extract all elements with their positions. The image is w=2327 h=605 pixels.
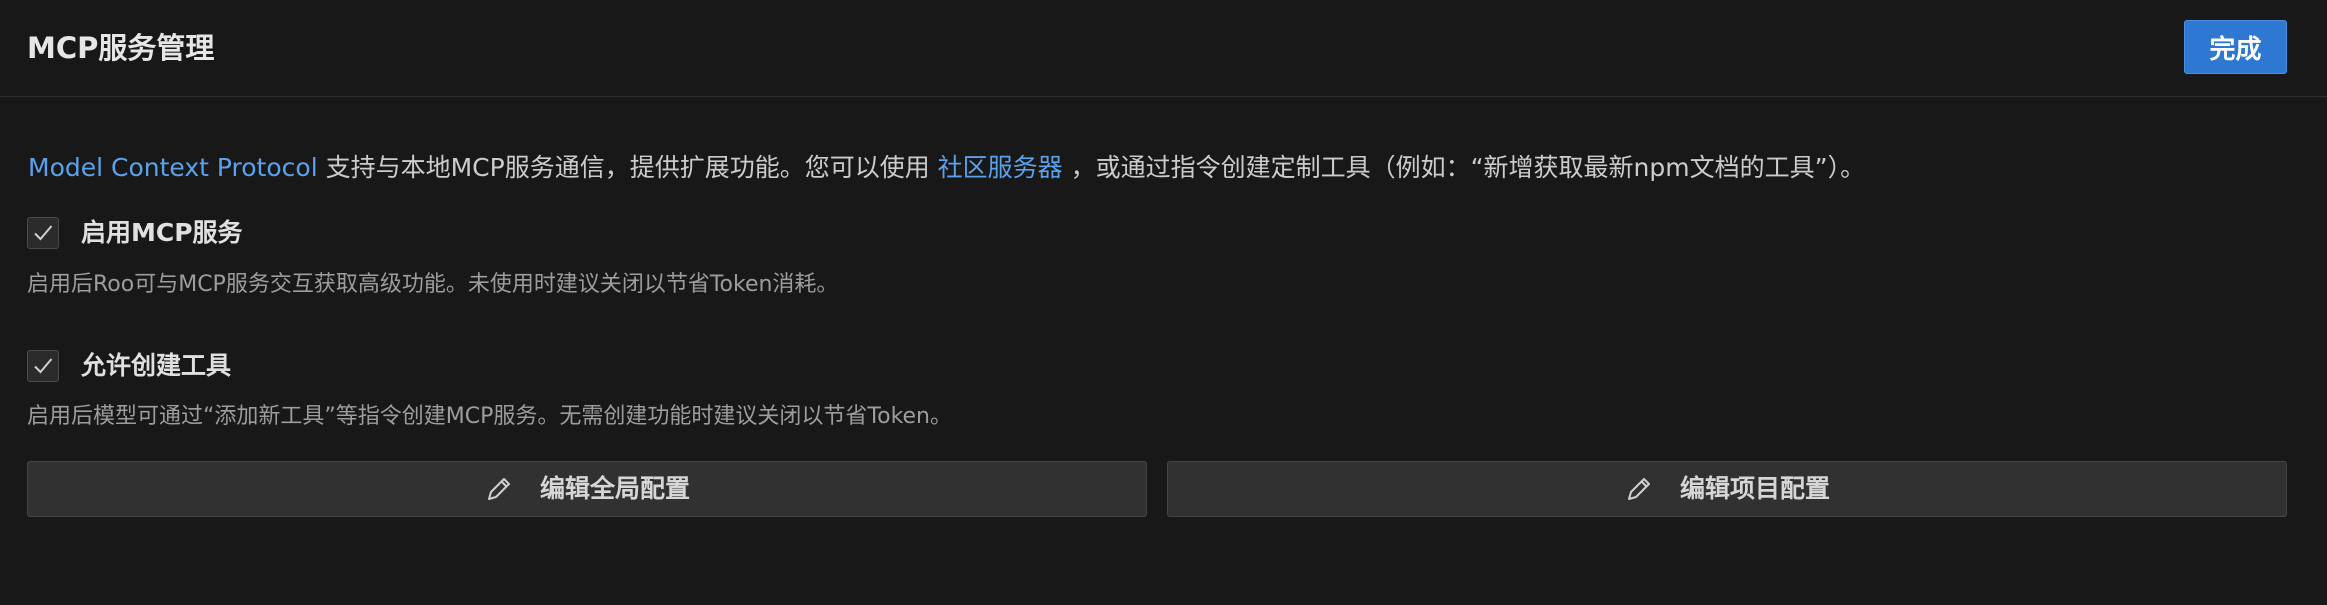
edit-project-config-button[interactable]: 编辑项目配置: [1167, 461, 2287, 517]
header-bar: MCP服务管理 完成: [0, 0, 2327, 97]
pencil-icon: [484, 474, 514, 504]
intro-text-part-2: ，或通过指令创建定制工具（例如：“新增获取最新npm文档的工具”）。: [1062, 153, 1866, 182]
done-button[interactable]: 完成: [2184, 20, 2287, 74]
checkmark-icon: [34, 225, 53, 241]
enable-mcp-option: 启用MCP服务: [27, 215, 243, 251]
checkmark-icon: [34, 358, 53, 374]
edit-project-config-label: 编辑项目配置: [1679, 474, 1830, 503]
edit-global-config-button[interactable]: 编辑全局配置: [27, 461, 1147, 517]
enable-mcp-description: 启用后Roo可与MCP服务交互获取高级功能。未使用时建议关闭以节省Token消耗…: [27, 272, 839, 297]
pencil-icon: [1624, 474, 1654, 504]
allow-create-tools-description: 启用后模型可通过“添加新工具”等指令创建MCP服务。无需创建功能时建议关闭以节省…: [27, 404, 953, 429]
page-title: MCP服务管理: [27, 31, 215, 65]
allow-create-tools-option: 允许创建工具: [27, 348, 231, 384]
enable-mcp-label[interactable]: 启用MCP服务: [81, 215, 243, 251]
allow-create-tools-checkbox[interactable]: [27, 350, 59, 382]
enable-mcp-checkbox[interactable]: [27, 217, 59, 249]
community-servers-link[interactable]: 社区服务器: [938, 153, 1063, 182]
edit-global-config-label: 编辑全局配置: [539, 474, 690, 503]
intro-text-part-1: 支持与本地MCP服务通信，提供扩展功能。您可以使用: [317, 153, 938, 182]
allow-create-tools-label[interactable]: 允许创建工具: [81, 348, 231, 384]
intro-text: Model Context Protocol 支持与本地MCP服务通信，提供扩展…: [28, 148, 1865, 188]
model-context-protocol-link[interactable]: Model Context Protocol: [28, 153, 318, 182]
